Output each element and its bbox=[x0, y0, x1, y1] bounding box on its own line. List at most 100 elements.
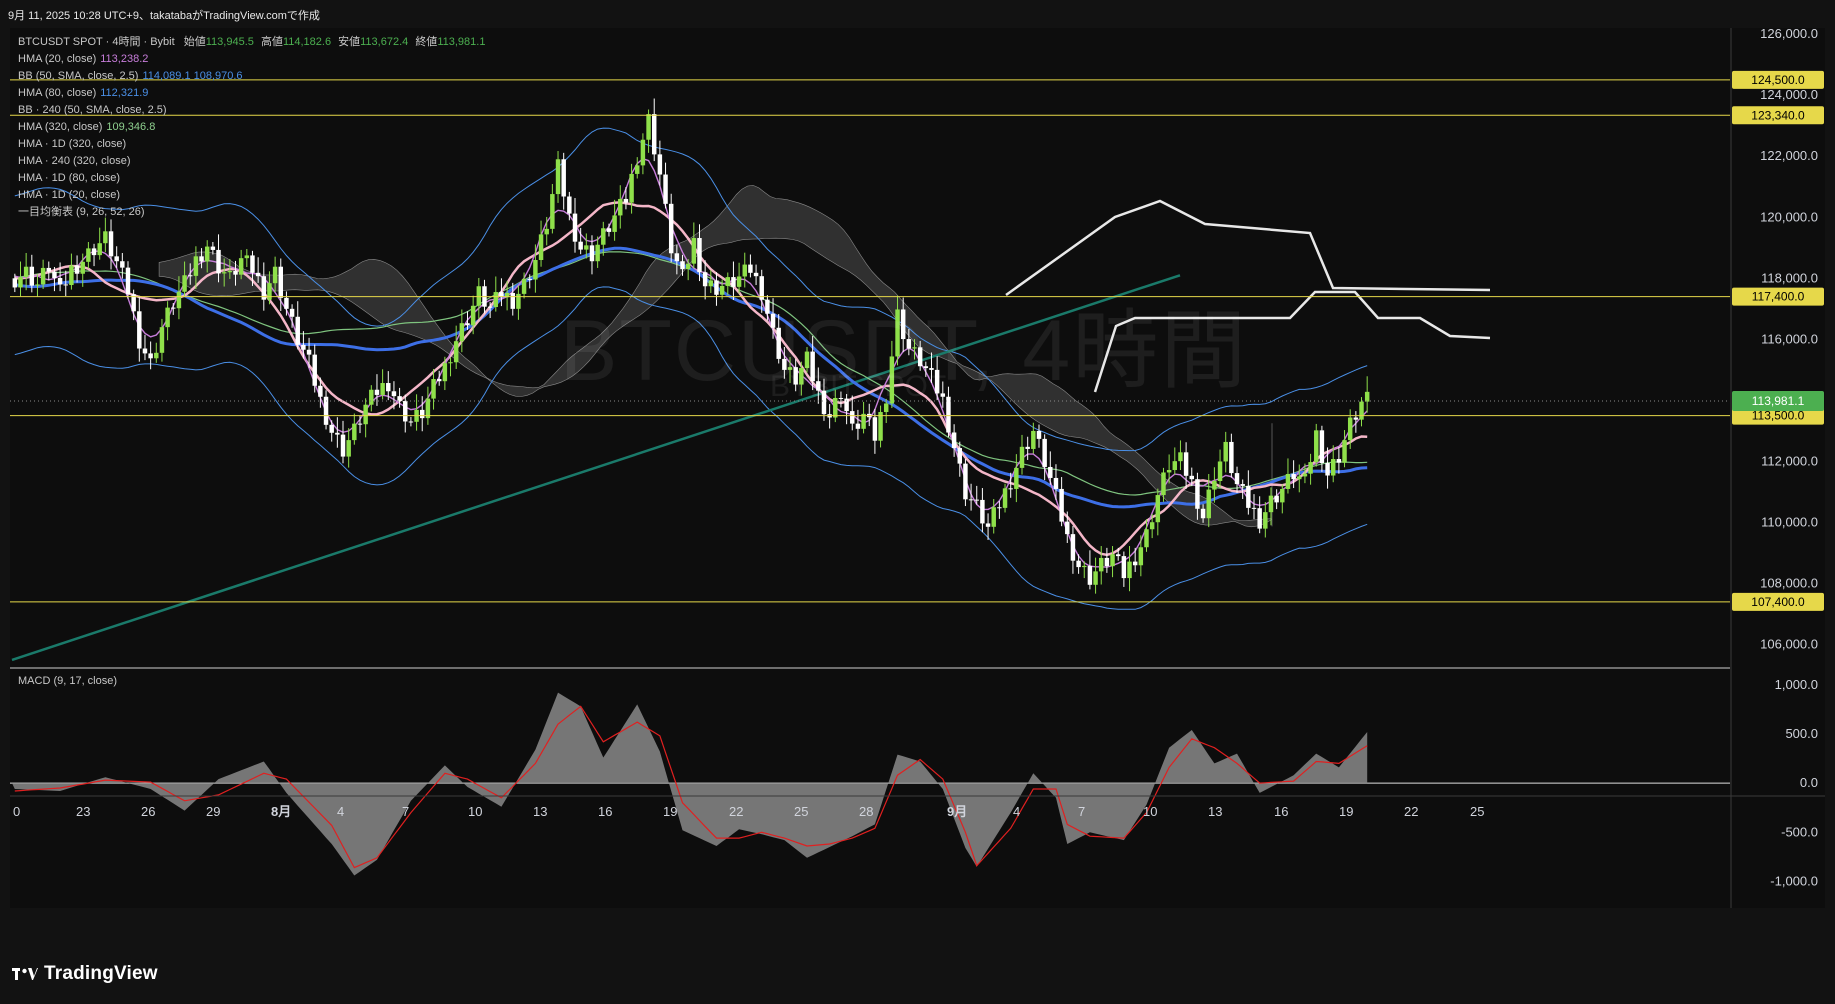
candle-body bbox=[1297, 476, 1302, 480]
candle-body bbox=[493, 292, 499, 308]
indicator-row[interactable]: HMA · 1D (80, close) bbox=[18, 170, 485, 187]
candle-body bbox=[1285, 473, 1291, 489]
candle-body bbox=[1042, 438, 1047, 467]
candle-body bbox=[974, 499, 979, 501]
candle-body bbox=[1274, 495, 1279, 503]
candle-body bbox=[1353, 417, 1359, 420]
candle-body bbox=[29, 266, 35, 286]
indicator-row[interactable]: 一目均衡表 (9, 26, 52, 26) bbox=[18, 204, 485, 221]
open-value: 113,945.5 bbox=[205, 36, 254, 48]
candle-body bbox=[1302, 473, 1308, 477]
indicator-label: HMA (80, close) bbox=[18, 87, 97, 99]
candle-body bbox=[646, 114, 651, 140]
candle-body bbox=[1076, 560, 1081, 568]
tradingview-logo-icon bbox=[12, 968, 38, 980]
x-tick-label: 16 bbox=[1274, 804, 1288, 819]
candle-body bbox=[57, 278, 63, 285]
x-tick-label: 29 bbox=[206, 804, 220, 819]
candle-body bbox=[272, 266, 278, 284]
candle-body bbox=[561, 159, 566, 197]
candle-body bbox=[878, 412, 883, 441]
x-tick-label: 7 bbox=[1078, 804, 1085, 819]
candle-body bbox=[521, 278, 527, 294]
candle-body bbox=[267, 283, 272, 300]
candle-body bbox=[182, 275, 187, 292]
footer bbox=[0, 940, 1835, 1004]
exchange-watermark: BYBIT SPOT bbox=[770, 370, 947, 403]
candle-body bbox=[1099, 557, 1104, 572]
candle-body bbox=[40, 267, 46, 285]
candle-body bbox=[329, 424, 334, 433]
candle-body bbox=[1161, 472, 1166, 496]
x-tick-label: 7 bbox=[402, 804, 409, 819]
high-label: 高値 bbox=[260, 36, 283, 48]
candle-body bbox=[1223, 441, 1228, 462]
candle-body bbox=[35, 284, 40, 286]
candle-body bbox=[533, 260, 538, 280]
macd-legend[interactable]: MACD (9, 17, close) bbox=[18, 675, 117, 687]
candle-body bbox=[1291, 473, 1296, 480]
candle-body bbox=[165, 307, 170, 328]
y-tick-label: 112,000.0 bbox=[1761, 453, 1818, 468]
candle-body bbox=[403, 401, 408, 422]
y-tick-label: 110,000.0 bbox=[1761, 515, 1818, 530]
candle-body bbox=[601, 228, 606, 245]
candle-body bbox=[86, 248, 91, 262]
indicator-row[interactable]: BB · 240 (50, SMA, close, 2.5) bbox=[18, 102, 485, 119]
candle-body bbox=[312, 354, 317, 386]
candle-body bbox=[420, 409, 425, 419]
candle-body bbox=[668, 203, 674, 254]
candle-body bbox=[1280, 488, 1285, 503]
indicator-row[interactable]: HMA · 1D (320, close) bbox=[18, 136, 485, 153]
indicator-row[interactable]: HMA (320, close) 109,346.8 bbox=[18, 119, 485, 136]
candle-body bbox=[595, 244, 600, 262]
indicator-value: 113,238.2 bbox=[100, 53, 149, 65]
candle-body bbox=[171, 307, 176, 309]
candle-body bbox=[612, 215, 617, 232]
candle-body bbox=[176, 291, 182, 309]
candle-body bbox=[1206, 489, 1211, 519]
candle-body bbox=[295, 316, 300, 345]
open-label: 始値 bbox=[183, 36, 206, 48]
candle-body bbox=[1257, 508, 1262, 529]
candle-body bbox=[1008, 488, 1013, 490]
indicator-row[interactable]: HMA (20, close) 113,238.2 bbox=[18, 51, 485, 68]
candle-body bbox=[748, 264, 753, 273]
x-tick-label: 28 bbox=[859, 804, 873, 819]
indicator-row[interactable]: BB (50, SMA, close, 2.5) 114,089.1 108,97… bbox=[18, 68, 485, 85]
candle-body bbox=[980, 499, 985, 524]
candle-body bbox=[108, 231, 114, 257]
candle-body bbox=[1025, 446, 1030, 449]
candle-body bbox=[1082, 565, 1087, 568]
indicator-row[interactable]: HMA · 1D (20, close) bbox=[18, 187, 485, 204]
candle-body bbox=[250, 255, 255, 273]
candle-body bbox=[436, 379, 442, 382]
level-badge-label: 107,400.0 bbox=[1751, 595, 1805, 609]
y-tick-label: 122,000.0 bbox=[1760, 148, 1818, 163]
candle-body bbox=[346, 440, 351, 457]
candle-body bbox=[289, 308, 295, 317]
candle-body bbox=[572, 213, 578, 242]
indicator-row[interactable]: HMA (80, close) 112,321.9 bbox=[18, 85, 485, 102]
candle-body bbox=[431, 379, 436, 399]
candle-body bbox=[635, 165, 640, 174]
candle-body bbox=[657, 154, 663, 175]
x-tick-label: 10 bbox=[468, 804, 482, 819]
tradingview-logo[interactable]: TradingView bbox=[12, 963, 158, 985]
candle-body bbox=[578, 241, 583, 250]
candle-body bbox=[221, 272, 227, 274]
symbol-ohlc-row[interactable]: BTCUSDT SPOT · 4時間 · Bybit 始値113,945.5 高… bbox=[18, 34, 485, 51]
x-tick-label: 10 bbox=[1143, 804, 1157, 819]
candle-body bbox=[210, 246, 216, 250]
candle-body bbox=[1246, 485, 1251, 508]
candle-body bbox=[125, 267, 131, 295]
level-badge-label: 117,400.0 bbox=[1752, 290, 1805, 304]
candle-body bbox=[555, 159, 561, 195]
macd-tick-label: 0.0 bbox=[1800, 775, 1818, 790]
candle-body bbox=[1336, 459, 1342, 463]
indicator-row[interactable]: HMA · 240 (320, close) bbox=[18, 153, 485, 170]
candle-body bbox=[1014, 467, 1019, 489]
y-tick-label: 126,000.0 bbox=[1760, 28, 1818, 41]
candle-body bbox=[872, 417, 878, 441]
candle-body bbox=[1121, 556, 1127, 579]
